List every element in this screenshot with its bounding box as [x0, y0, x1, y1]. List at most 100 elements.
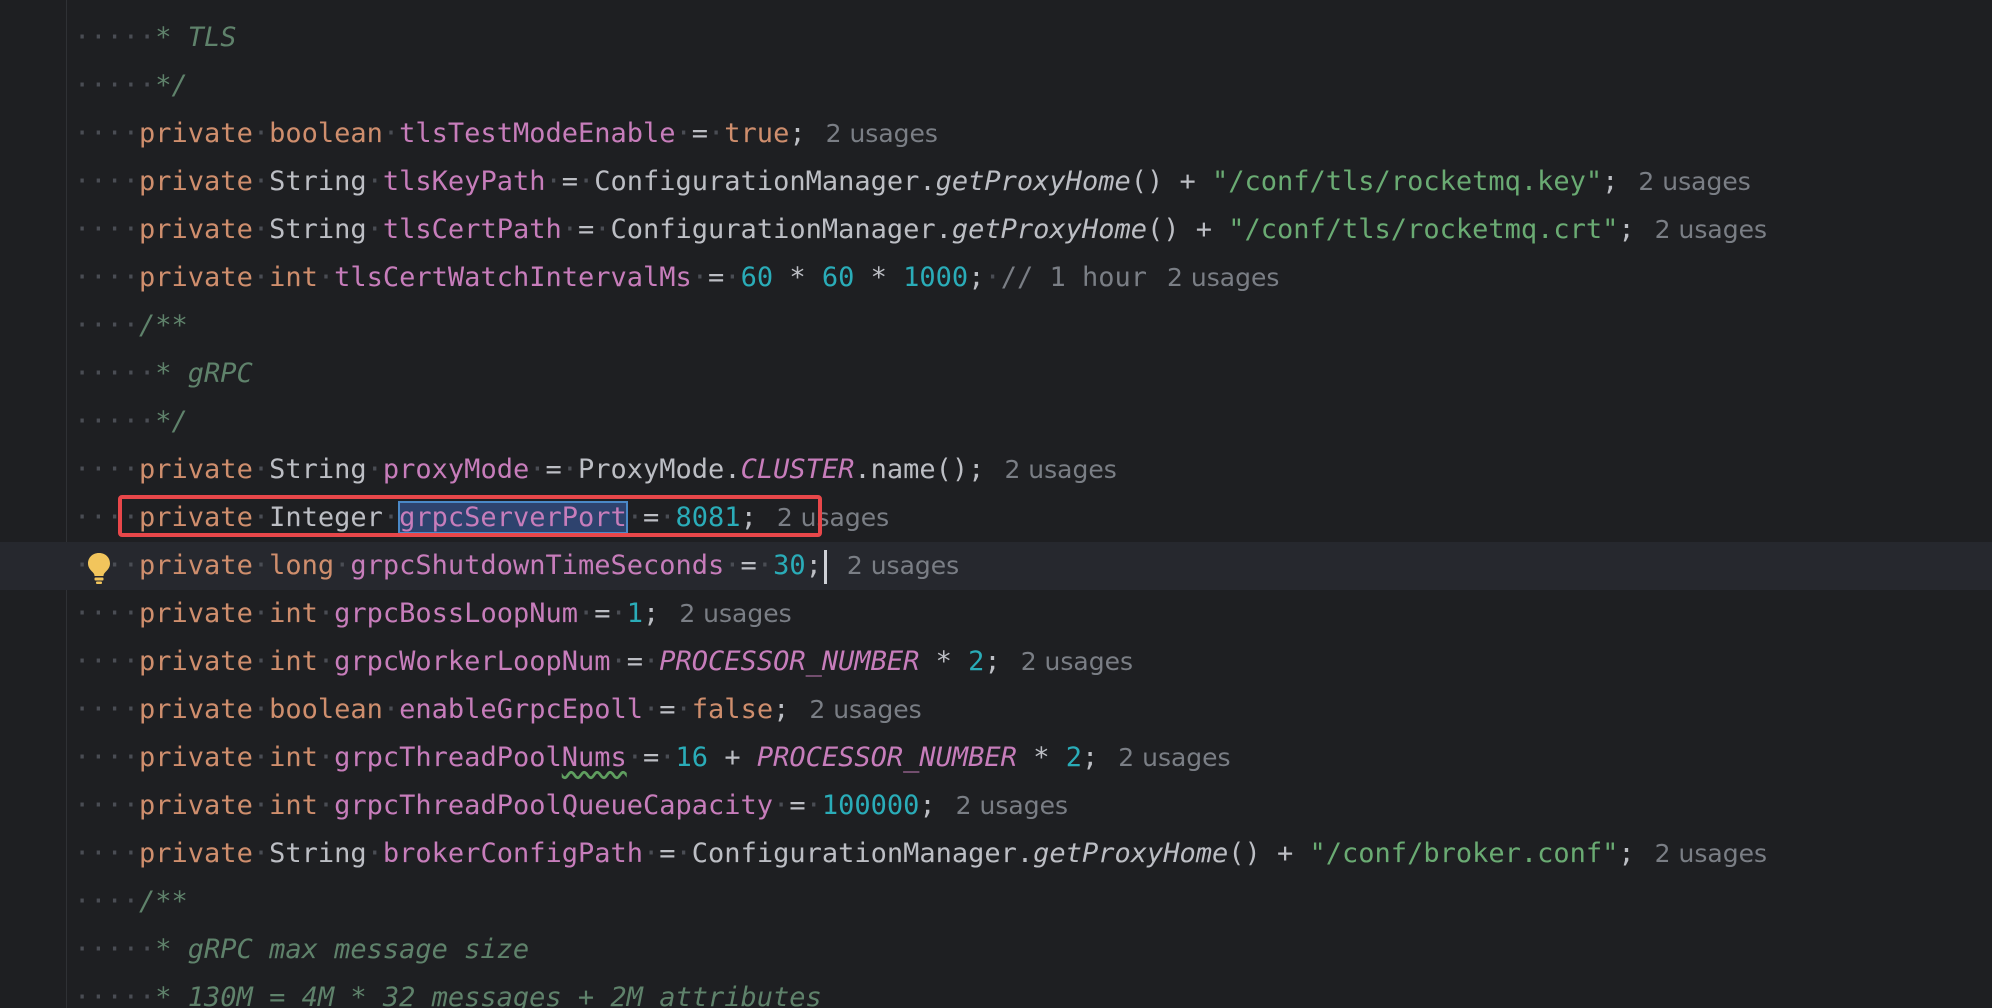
field-name-typo-squiggle[interactable]: Nums: [562, 742, 627, 773]
keyword: private: [139, 262, 253, 293]
doc-comment: * gRPC max message size: [155, 934, 530, 965]
usages-hint[interactable]: 2 usages: [1655, 215, 1767, 244]
field-name[interactable]: brokerConfigPath: [383, 838, 643, 869]
operator: +: [708, 742, 757, 773]
field-name[interactable]: proxyMode: [383, 454, 529, 485]
usages-hint[interactable]: 2 usages: [1638, 167, 1750, 196]
doc-comment: /**: [139, 886, 188, 917]
field-name[interactable]: enableGrpcEpoll: [399, 694, 643, 725]
call-parens: () +: [1228, 838, 1310, 869]
doc-comment: * 130M = 4M * 32 messages + 2M attribute…: [155, 982, 822, 1008]
class-ref: ConfigurationManager.: [594, 166, 936, 197]
method-call[interactable]: getProxyHome: [936, 166, 1131, 197]
type: int: [269, 598, 318, 629]
usages-hint[interactable]: 2 usages: [1118, 743, 1230, 772]
usages-hint[interactable]: 2 usages: [777, 503, 889, 532]
string-literal: "/conf/tls/rocketmq.key": [1212, 166, 1603, 197]
call-parens: .name(): [854, 454, 969, 485]
string-literal: "/conf/broker.conf": [1309, 838, 1619, 869]
code-line-field-enableGrpcEpoll: ····private·boolean·enableGrpcEpoll·=·fa…: [74, 694, 922, 725]
constant[interactable]: PROCESSOR_NUMBER: [757, 742, 1017, 773]
doc-comment: /**: [139, 310, 188, 341]
semicolon: ;: [984, 646, 1001, 677]
field-name[interactable]: tlsCertWatchIntervalMs: [334, 262, 692, 293]
number: 30: [773, 550, 806, 581]
type: long: [269, 550, 335, 581]
constant[interactable]: CLUSTER: [741, 454, 855, 485]
usages-hint[interactable]: 2 usages: [809, 695, 921, 724]
code-area[interactable]: ·····* TLS ·····*/ ····private·boolean·t…: [0, 0, 1992, 1008]
operator: =: [708, 262, 725, 293]
type: Integer: [269, 502, 383, 533]
code-line-field-tlsKeyPath: ····private·String·tlsKeyPath·=·Configur…: [74, 166, 1751, 197]
operator: =: [545, 454, 562, 485]
keyword: private: [139, 454, 253, 485]
field-name[interactable]: tlsTestModeEnable: [399, 118, 675, 149]
code-line-field-grpcThreadPoolNums: ····private·int·grpcThreadPoolNums·=·16 …: [74, 742, 1231, 773]
operator: =: [691, 118, 709, 149]
string-literal: "/conf/tls/rocketmq.crt": [1228, 214, 1619, 245]
semicolon: ;: [805, 550, 822, 581]
usages-hint[interactable]: 2 usages: [826, 119, 938, 148]
field-name[interactable]: grpcBossLoopNum: [334, 598, 578, 629]
call-parens: () +: [1146, 214, 1229, 245]
field-name[interactable]: grpcShutdownTimeSeconds: [350, 550, 724, 581]
value: true: [724, 118, 790, 149]
constant[interactable]: PROCESSOR_NUMBER: [659, 646, 919, 677]
doc-comment: * gRPC: [155, 358, 253, 389]
keyword: private: [139, 742, 253, 773]
code-line-field-tlsCertWatchIntervalMs: ····private·int·tlsCertWatchIntervalMs·=…: [74, 262, 1280, 293]
code-line-field-brokerConfigPath: ····private·String·brokerConfigPath·=·Co…: [74, 838, 1767, 869]
usages-hint[interactable]: 2 usages: [1004, 455, 1116, 484]
field-name[interactable]: tlsCertPath: [383, 214, 562, 245]
usages-hint[interactable]: 2 usages: [1167, 263, 1279, 292]
operator: =: [789, 790, 806, 821]
class-ref: ProxyMode.: [578, 454, 741, 485]
keyword: private: [139, 550, 253, 581]
field-name-selected[interactable]: grpcServerPort: [398, 501, 628, 534]
usages-hint[interactable]: 2 usages: [847, 551, 959, 580]
editor-gutter[interactable]: [0, 0, 67, 1008]
lightbulb-icon[interactable]: [86, 551, 112, 585]
semicolon: ;: [919, 790, 936, 821]
operator: =: [561, 166, 578, 197]
code-line-doc: ·····* TLS: [74, 22, 237, 53]
field-name[interactable]: grpcThreadPoolQueueCapacity: [334, 790, 773, 821]
method-call[interactable]: getProxyHome: [952, 214, 1147, 245]
type: boolean: [269, 694, 383, 725]
operator: =: [594, 598, 611, 629]
field-name[interactable]: grpcWorkerLoopNum: [334, 646, 610, 677]
usages-hint[interactable]: 2 usages: [1655, 839, 1767, 868]
usages-hint[interactable]: 2 usages: [1021, 647, 1133, 676]
operator: =: [659, 694, 676, 725]
field-name[interactable]: grpcThreadPool: [334, 742, 562, 773]
semicolon: ;: [968, 454, 985, 485]
number: 2: [1065, 742, 1082, 773]
keyword: private: [139, 214, 253, 245]
operator: =: [577, 214, 595, 245]
semicolon: ;: [773, 694, 790, 725]
class-ref: ConfigurationManager.: [610, 214, 952, 245]
semicolon: ;: [1618, 214, 1635, 245]
code-editor[interactable]: ·····* TLS ·····*/ ····private·boolean·t…: [0, 0, 1992, 1008]
doc-comment: */: [155, 70, 188, 101]
operator: =: [643, 502, 660, 533]
type: String: [269, 454, 367, 485]
code-line-doc: ·····*/: [74, 406, 188, 437]
number: 2: [968, 646, 985, 677]
usages-hint[interactable]: 2 usages: [956, 791, 1068, 820]
operator: *: [1016, 742, 1066, 773]
code-line-field-proxyMode: ····private·String·proxyMode·=·ProxyMode…: [74, 454, 1117, 485]
usages-hint[interactable]: 2 usages: [679, 599, 791, 628]
type: int: [269, 742, 318, 773]
operator: =: [740, 550, 757, 581]
code-line-field-tlsCertPath: ····private·String·tlsCertPath·=·Configu…: [74, 214, 1767, 245]
line-comment: // 1 hour: [1000, 262, 1148, 293]
semicolon: ;: [643, 598, 660, 629]
type: String: [269, 166, 367, 197]
keyword: private: [139, 502, 253, 533]
keyword: private: [139, 790, 253, 821]
method-call[interactable]: getProxyHome: [1033, 838, 1228, 869]
code-line-doc: ····/**: [74, 886, 188, 917]
field-name[interactable]: tlsKeyPath: [383, 166, 546, 197]
